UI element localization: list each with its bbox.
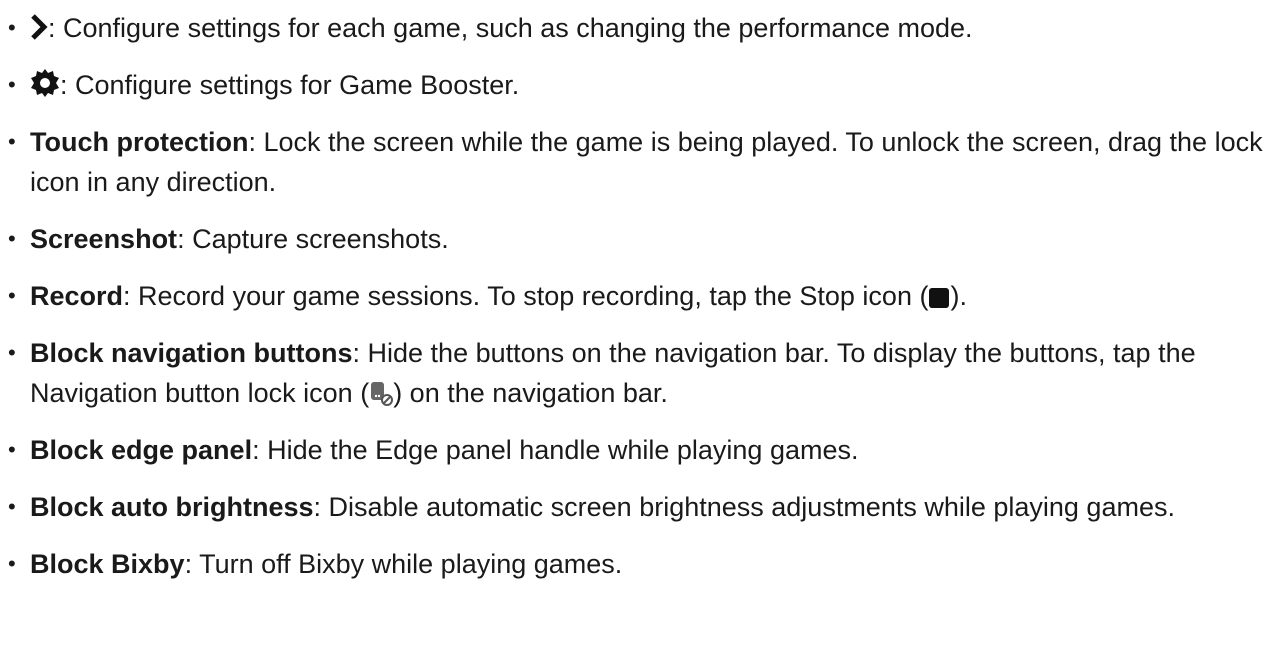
item-text-after: ). [950,281,967,311]
bullet: • [8,15,16,40]
list-item: • : Configure settings for each game, su… [0,8,1271,48]
item-text: : Disable automatic screen brightness ad… [313,492,1175,522]
term-screenshot: Screenshot [30,224,178,254]
bullet: • [8,551,16,576]
list-item: • Block auto brightness: Disable automat… [0,487,1271,527]
item-text: : Capture screenshots. [177,224,449,254]
bullet: • [8,72,16,97]
bullet: • [8,494,16,519]
item-text: : Configure settings for each game, such… [48,13,973,43]
term-block-auto-brightness: Block auto brightness [30,492,314,522]
term-record: Record [30,281,124,311]
gear-icon [30,68,60,98]
bullet: • [8,129,16,154]
term-block-bixby: Block Bixby [30,549,185,579]
term-touch-protection: Touch protection [30,127,249,157]
item-text: : Turn off Bixby while playing games. [184,549,623,579]
list-item: • : Configure settings for Game Booster. [0,65,1271,105]
stop-icon [928,287,950,309]
term-block-navigation-buttons: Block navigation buttons [30,338,353,368]
list-item: • Record: Record your game sessions. To … [0,276,1271,316]
item-text: : Hide the Edge panel handle while playi… [252,435,859,465]
item-text: : Configure settings for Game Booster. [60,70,520,100]
list-item: • Block Bixby: Turn off Bixby while play… [0,544,1271,584]
chevron-right-icon [30,13,48,41]
bullet: • [8,340,16,365]
bullet: • [8,437,16,462]
list-item: • Block navigation buttons: Hide the but… [0,333,1271,413]
feature-list: • : Configure settings for each game, su… [0,8,1271,584]
bullet: • [8,226,16,251]
term-block-edge-panel: Block edge panel [30,435,253,465]
item-text-after: ) on the navigation bar. [393,378,668,408]
list-item: • Block edge panel: Hide the Edge panel … [0,430,1271,470]
list-item: • Touch protection: Lock the screen whil… [0,122,1271,202]
item-text: : Record your game sessions. To stop rec… [123,281,929,311]
list-item: • Screenshot: Capture screenshots. [0,219,1271,259]
bullet: • [8,283,16,308]
navigation-lock-icon [369,380,394,406]
